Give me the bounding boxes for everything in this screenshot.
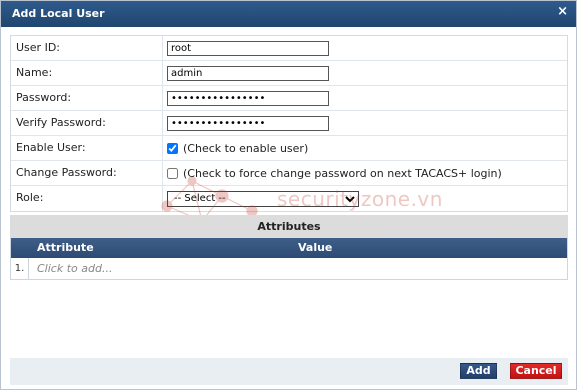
row-user-id: User ID:	[11, 36, 567, 61]
table-row[interactable]: 1. Click to add...	[11, 258, 567, 279]
verify-password-label: Verify Password:	[16, 116, 106, 129]
user-id-label: User ID:	[16, 41, 60, 54]
password-label: Password:	[16, 91, 72, 104]
dialog-footer: Add Cancel	[10, 358, 568, 385]
name-input[interactable]	[167, 66, 329, 81]
row-divider	[162, 111, 163, 135]
row-divider	[162, 61, 163, 85]
dialog-title: Add Local User	[12, 7, 105, 20]
enable-user-label: Enable User:	[16, 141, 86, 154]
row-password: Password:	[11, 86, 567, 111]
change-password-checkbox[interactable]	[167, 168, 178, 179]
password-input[interactable]	[167, 91, 329, 106]
attributes-section-title: Attributes	[10, 215, 568, 238]
row-divider	[162, 186, 163, 211]
role-select[interactable]: -- Select --	[167, 190, 359, 207]
cancel-button[interactable]: Cancel	[510, 363, 562, 379]
verify-password-input[interactable]	[167, 116, 329, 131]
change-password-label: Change Password:	[16, 166, 117, 179]
row-role: Role: -- Select --	[11, 186, 567, 211]
row-enable-user: Enable User: (Check to enable user)	[11, 136, 567, 161]
row-divider	[162, 161, 163, 185]
click-to-add-link[interactable]: Click to add...	[37, 262, 112, 275]
user-form: User ID: Name: Password: Verify Password…	[10, 35, 568, 212]
close-icon[interactable]: ×	[557, 5, 568, 19]
row-number: 1.	[11, 258, 29, 279]
row-name: Name:	[11, 61, 567, 86]
enable-user-hint: (Check to enable user)	[183, 142, 309, 155]
dialog-titlebar: Add Local User ×	[1, 1, 576, 27]
user-id-input[interactable]	[167, 41, 329, 56]
add-local-user-dialog: Add Local User × User ID: Name: Password…	[0, 0, 577, 390]
row-divider	[162, 36, 163, 60]
enable-user-checkbox[interactable]	[167, 143, 178, 154]
add-button[interactable]: Add	[460, 363, 497, 379]
attributes-table-header: Attribute Value	[11, 238, 567, 258]
row-change-password: Change Password: (Check to force change …	[11, 161, 567, 186]
column-header-attribute: Attribute	[37, 241, 94, 254]
row-divider	[162, 136, 163, 160]
attributes-table: Attribute Value 1. Click to add...	[10, 238, 568, 280]
name-label: Name:	[16, 66, 53, 79]
change-password-hint: (Check to force change password on next …	[183, 167, 502, 180]
role-label: Role:	[16, 191, 44, 204]
column-header-value: Value	[298, 241, 333, 254]
row-divider	[162, 86, 163, 110]
row-verify-password: Verify Password:	[11, 111, 567, 136]
